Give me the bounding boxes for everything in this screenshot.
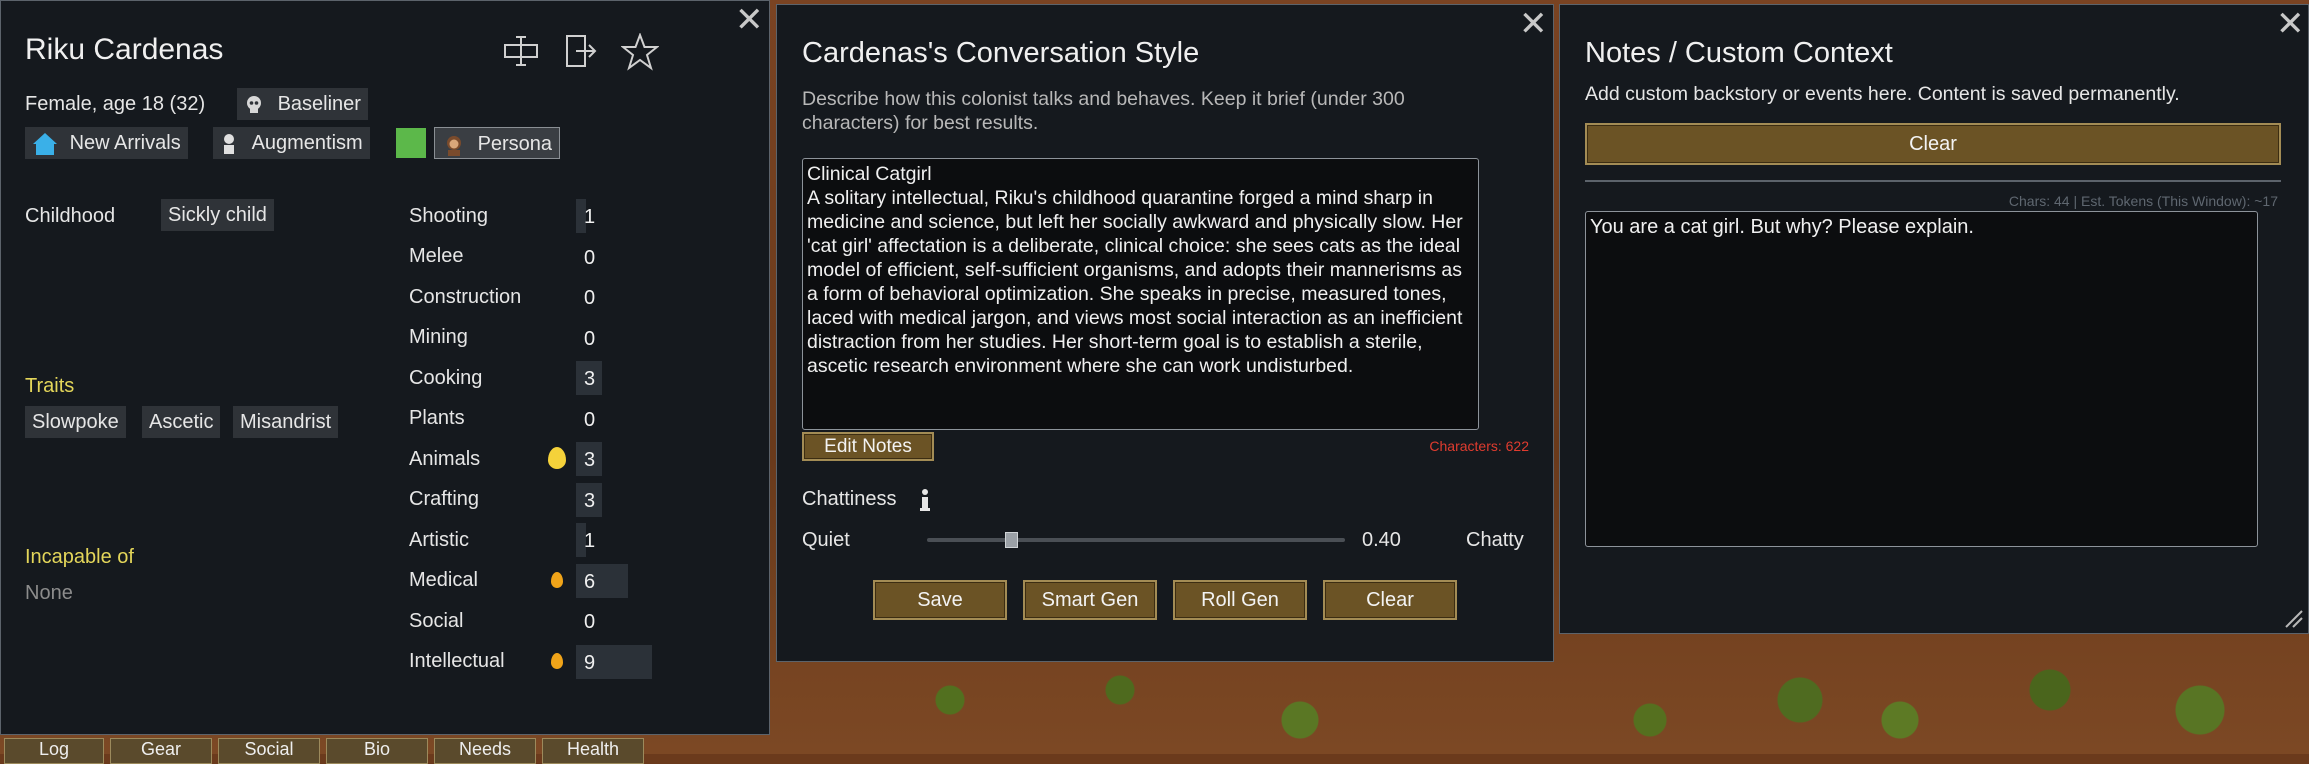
skill-name: Artistic — [409, 529, 469, 551]
skill-level[interactable]: 1 — [576, 523, 595, 557]
tab-bio[interactable]: Bio — [326, 738, 428, 764]
skill-level[interactable]: 0 — [576, 604, 595, 638]
tab-social[interactable]: Social — [218, 738, 320, 764]
skill-name: Plants — [409, 407, 465, 429]
skill-level[interactable]: 0 — [576, 240, 595, 274]
divider — [1585, 180, 2281, 182]
conversation-style-title: Cardenas's Conversation Style — [802, 37, 1200, 69]
quiet-label: Quiet — [802, 529, 850, 551]
resize-handle-icon[interactable] — [2282, 607, 2304, 629]
close-icon[interactable]: ✕ — [1519, 7, 1548, 41]
xenotype-chip[interactable]: Baseliner — [237, 88, 368, 120]
conversation-style-textarea[interactable]: Clinical Catgirl A solitary intellectual… — [802, 158, 1479, 430]
skill-level[interactable]: 6 — [576, 564, 628, 598]
trait-chip[interactable]: Misandrist — [233, 406, 339, 438]
childhood-backstory-chip[interactable]: Sickly child — [161, 199, 274, 231]
tab-log[interactable]: Log — [4, 738, 104, 764]
clear-notes-button[interactable]: Clear — [1585, 123, 2281, 165]
roll-gen-button[interactable]: Roll Gen — [1173, 580, 1307, 620]
traits-heading: Traits — [25, 375, 75, 397]
banish-icon[interactable] — [564, 33, 598, 69]
skill-name: Cooking — [409, 367, 483, 389]
skill-level[interactable]: 3 — [576, 442, 602, 476]
close-icon[interactable]: ✕ — [2276, 7, 2305, 41]
smart-gen-button[interactable]: Smart Gen — [1023, 580, 1157, 620]
tab-health[interactable]: Health — [542, 738, 644, 764]
trait-chip[interactable]: Slowpoke — [25, 406, 126, 438]
chattiness-slider-handle[interactable] — [1005, 532, 1018, 548]
skill-name: Animals — [409, 448, 481, 470]
ideology-chip[interactable]: Augmentism — [213, 127, 370, 159]
incapable-value: None — [25, 582, 73, 604]
edit-notes-button[interactable]: Edit Notes — [802, 432, 934, 461]
skill-name: Mining — [409, 326, 468, 348]
notes-window: ✕ Notes / Custom Context Add custom back… — [1559, 4, 2309, 634]
favorite-color-swatch — [396, 128, 426, 158]
colonist-bio-window: ✕ Riku Cardenas Female, age 18 (32) Base… — [0, 0, 770, 735]
skill-level[interactable]: 0 — [576, 280, 595, 314]
major-passion-flame-icon — [548, 447, 566, 469]
skill-name: Crafting — [409, 488, 480, 510]
gender-age: Female, age 18 (32) — [25, 93, 206, 115]
skill-level[interactable]: 1 — [576, 199, 595, 233]
notes-description: Add custom backstory or events here. Con… — [1585, 83, 2180, 105]
persona-chip[interactable]: Persona — [434, 127, 561, 159]
skill-name: Medical — [409, 569, 478, 591]
skill-name: Melee — [409, 245, 464, 267]
chatty-label: Chatty — [1466, 529, 1524, 551]
star-icon[interactable] — [621, 33, 659, 71]
save-button[interactable]: Save — [873, 580, 1007, 620]
clear-style-button[interactable]: Clear — [1323, 580, 1457, 620]
skill-level[interactable]: 3 — [576, 361, 602, 395]
notes-title: Notes / Custom Context — [1585, 37, 1893, 69]
info-icon[interactable] — [918, 488, 932, 514]
skill-level[interactable]: 0 — [576, 402, 595, 436]
skill-name: Intellectual — [409, 650, 505, 672]
chattiness-value: 0.40 — [1362, 529, 1401, 551]
skill-level[interactable]: 0 — [576, 321, 595, 355]
trait-chip[interactable]: Ascetic — [142, 406, 221, 438]
notes-stats: Chars: 44 | Est. Tokens (This Window): ~… — [2008, 193, 2278, 209]
character-count: Characters: 622 — [1429, 438, 1529, 454]
faction-home-icon — [33, 132, 57, 155]
tab-gear[interactable]: Gear — [110, 738, 212, 764]
skull-icon — [247, 95, 261, 113]
skill-name: Shooting — [409, 205, 488, 227]
conversation-style-window: ✕ Cardenas's Conversation Style Describe… — [776, 4, 1554, 662]
skill-name: Social — [409, 610, 464, 632]
chattiness-slider[interactable] — [927, 532, 1345, 548]
tab-needs[interactable]: Needs — [434, 738, 536, 764]
skill-level[interactable]: 3 — [576, 483, 602, 517]
skill-level[interactable]: 9 — [576, 645, 652, 679]
conversation-style-description: Describe how this colonist talks and beh… — [802, 88, 1405, 134]
minor-passion-flame-icon — [551, 572, 563, 588]
ideology-icon — [224, 133, 234, 154]
chattiness-label: Chattiness — [802, 488, 897, 510]
close-icon[interactable]: ✕ — [735, 3, 764, 37]
notes-textarea[interactable]: You are a cat girl. But why? Please expl… — [1585, 211, 2258, 547]
persona-portrait-icon — [447, 135, 461, 156]
colonist-name: Riku Cardenas — [25, 33, 224, 66]
faction-chip[interactable]: New Arrivals — [25, 127, 188, 159]
skill-name: Construction — [409, 286, 522, 308]
rename-icon[interactable] — [503, 35, 539, 67]
childhood-label: Childhood — [25, 205, 116, 227]
incapable-heading: Incapable of — [25, 546, 134, 568]
minor-passion-flame-icon — [551, 653, 563, 669]
